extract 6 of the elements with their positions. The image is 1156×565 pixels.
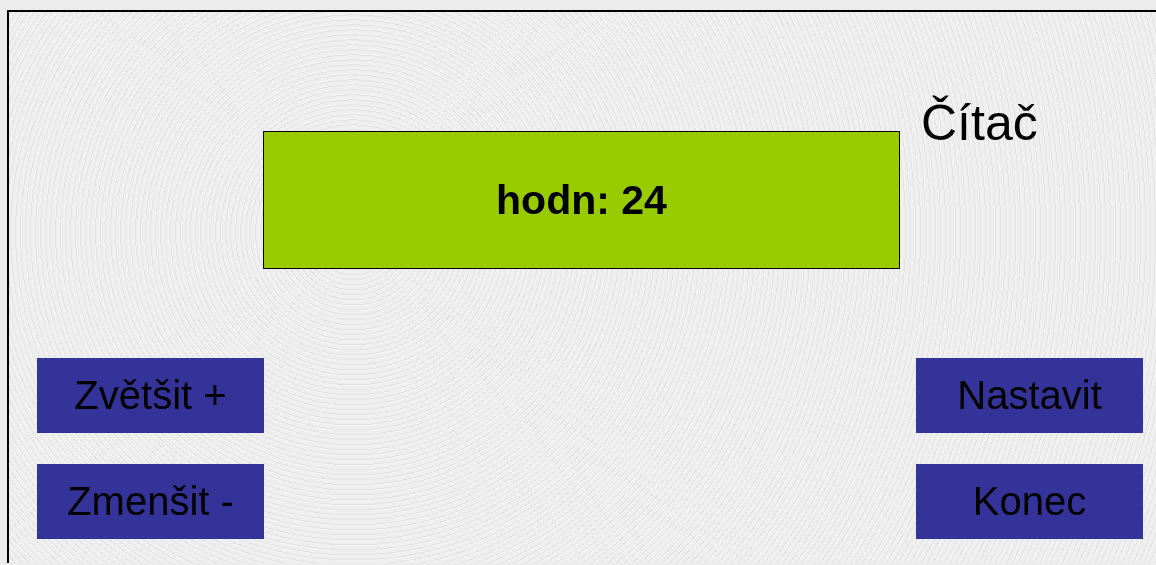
counter-display: hodn: 24 (263, 131, 900, 269)
counter-button[interactable]: Konec (916, 464, 1143, 539)
title: Čítač (921, 96, 1038, 151)
counter-button[interactable]: Nastavit (916, 358, 1143, 433)
counter-button[interactable]: Zmenšit - (37, 464, 264, 539)
counter-button[interactable]: Zvětšit + (37, 358, 264, 433)
